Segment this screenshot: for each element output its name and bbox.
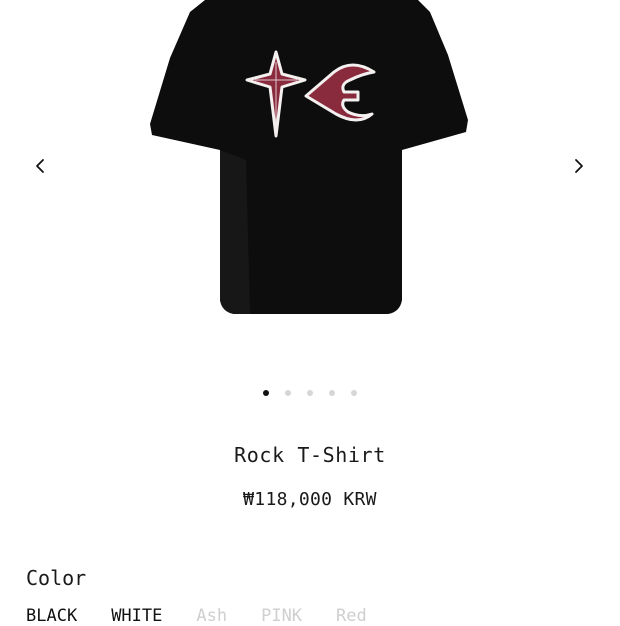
chevron-left-icon (36, 159, 44, 173)
product-image-carousel[interactable] (0, 0, 620, 360)
carousel-pagination (0, 390, 620, 396)
next-image-button[interactable] (566, 154, 590, 178)
previous-image-button[interactable] (29, 154, 53, 178)
color-option-white[interactable]: WHITE (111, 606, 162, 626)
carousel-dot-2[interactable] (285, 390, 291, 396)
product-title: Rock T-Shirt (234, 443, 386, 467)
product-price: ₩118,000 KRW (243, 489, 377, 510)
carousel-dot-1[interactable] (263, 390, 269, 396)
color-option-ash[interactable]: Ash (196, 606, 227, 626)
color-option-pink[interactable]: PINK (261, 606, 302, 626)
chevron-right-icon (575, 159, 583, 173)
color-option-black[interactable]: BLACK (26, 606, 77, 626)
carousel-dot-4[interactable] (329, 390, 335, 396)
color-option-label: Color (26, 566, 87, 590)
color-option-red[interactable]: Red (336, 606, 367, 626)
product-image (150, 0, 468, 314)
carousel-dot-3[interactable] (307, 390, 313, 396)
color-options: BLACK WHITE Ash PINK Red (26, 606, 367, 626)
carousel-dot-5[interactable] (351, 390, 357, 396)
